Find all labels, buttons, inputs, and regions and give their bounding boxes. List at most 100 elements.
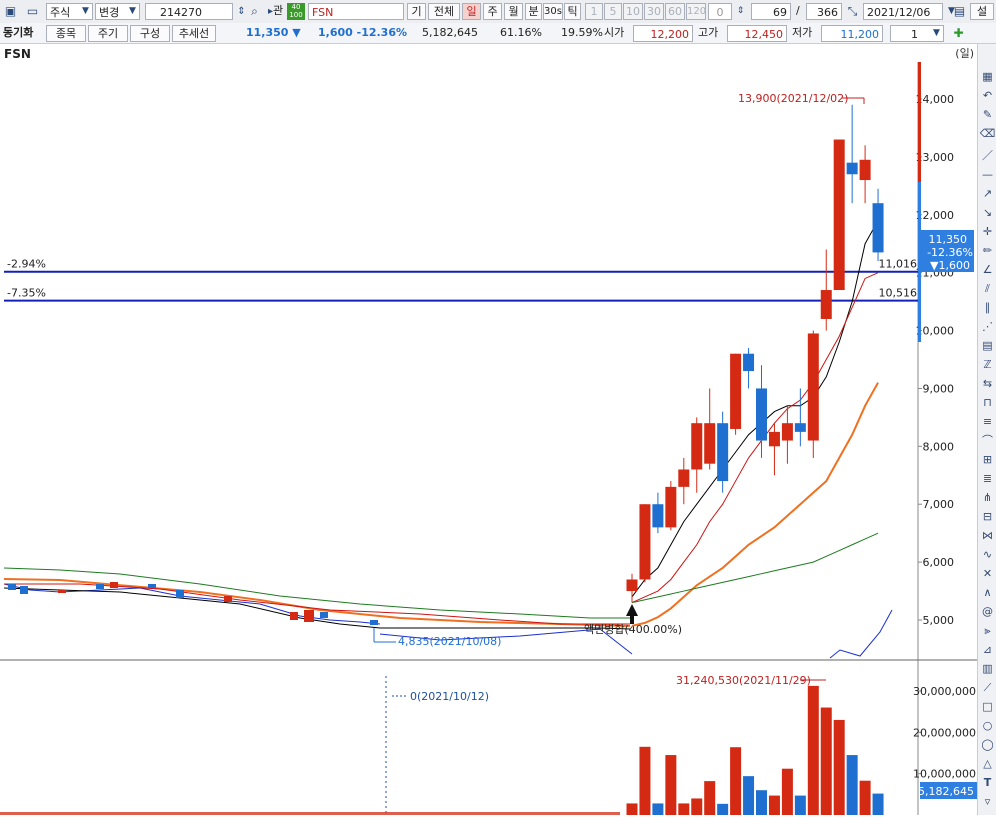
stepper-icon[interactable]: ⇕ — [732, 3, 749, 20]
pitch-tool-icon[interactable]: ⋈ — [979, 527, 996, 544]
text-tool-icon[interactable]: T — [979, 774, 996, 791]
pen-tool-icon[interactable]: ✏ — [979, 242, 996, 259]
search-icon[interactable]: ⌕ — [246, 3, 263, 20]
select-tool-icon[interactable]: ▦ — [979, 68, 996, 85]
candle-body — [743, 353, 755, 372]
count-5-button[interactable]: 5 — [604, 3, 622, 20]
delete-all-icon[interactable]: ✎ — [979, 106, 996, 123]
period-30s-button[interactable]: 30s — [543, 3, 563, 20]
add-icon[interactable]: ✚ — [950, 25, 967, 42]
volume-bar — [807, 685, 819, 815]
monitor-icon[interactable]: ▭ — [24, 3, 41, 20]
period-button[interactable]: 주기 — [88, 25, 128, 42]
range-tool-icon[interactable]: ⊓ — [979, 394, 996, 411]
line-tool-icon[interactable]: ／ — [979, 147, 996, 164]
hist-candle — [176, 590, 184, 598]
stock-name-field[interactable]: FSN — [308, 3, 404, 20]
hist-candle — [58, 590, 66, 593]
period-day-button[interactable]: 일 — [462, 3, 481, 20]
grid-tool-icon[interactable]: ⊟ — [979, 508, 996, 525]
hline2-label: -7.35% — [7, 287, 46, 300]
hline-tool-icon[interactable]: — — [979, 166, 996, 183]
period-minute-button[interactable]: 분 — [525, 3, 542, 20]
gann-tool-icon[interactable]: ⊞ — [979, 451, 996, 468]
eraser-icon[interactable]: ⌫ — [979, 125, 996, 142]
period-month-button[interactable]: 월 — [504, 3, 523, 20]
step-input[interactable]: 0 — [708, 3, 732, 20]
undo-tool-icon[interactable]: ↶ — [979, 87, 996, 104]
volume-bar — [743, 776, 755, 815]
triangle-shape-icon[interactable]: △ — [979, 755, 996, 772]
wave-tool-icon[interactable]: ∿ — [979, 546, 996, 563]
box-tool-icon[interactable]: ▤ — [979, 337, 996, 354]
range-total-input[interactable]: 366 — [806, 3, 842, 20]
speed-tool-icon[interactable]: ⫸ — [979, 622, 996, 639]
chevron-down-icon[interactable]: ▼ — [77, 3, 94, 20]
hline2-value: 10,516 — [879, 287, 918, 300]
fib-tool-icon[interactable]: ≡ — [979, 413, 996, 430]
hline1-label: -2.94% — [7, 258, 46, 271]
chevron-down-icon[interactable]: ▼ — [124, 3, 141, 20]
arrow-tool-icon[interactable]: ⇆ — [979, 375, 996, 392]
zoom-icon[interactable]: ⤡ — [844, 3, 861, 20]
count-30-button[interactable]: 30 — [644, 3, 664, 20]
range-start-input[interactable]: 69 — [751, 3, 791, 20]
level-tool-icon[interactable]: ≣ — [979, 470, 996, 487]
trend-tool-icon[interactable]: ↗ — [979, 185, 996, 202]
trendline-button[interactable]: 추세선 — [172, 25, 216, 42]
chart-tool-icon[interactable]: ▥ — [979, 660, 996, 677]
count-60-button[interactable]: 60 — [665, 3, 685, 20]
count-10-button[interactable]: 10 — [623, 3, 643, 20]
ray-tool-icon[interactable]: ↘ — [979, 204, 996, 221]
price-tick-label: 12,000 — [916, 209, 955, 222]
gann-fan-icon[interactable]: ∧ — [979, 584, 996, 601]
zigzag-tool-icon[interactable]: ℤ — [979, 356, 996, 373]
slope-tool-icon[interactable]: ⟋ — [979, 679, 996, 696]
vol-zero-label: 0(2021/10/12) — [410, 690, 489, 703]
arc-tool-icon[interactable]: ⌒ — [979, 432, 996, 449]
angle-tool-icon[interactable]: ∠ — [979, 261, 996, 278]
cycle-tool-icon[interactable]: ⋔ — [979, 489, 996, 506]
chevron-down-icon[interactable]: ▼ — [928, 25, 945, 42]
fan-tool-icon[interactable]: ⋰ — [979, 318, 996, 335]
ellipse-tool-icon[interactable]: ○ — [979, 717, 996, 734]
candle-body — [730, 353, 742, 429]
code-input[interactable]: 214270 — [145, 3, 233, 20]
cross-wave-icon[interactable]: ✕ — [979, 565, 996, 582]
period-week-button[interactable]: 주 — [483, 3, 502, 20]
volume-bar — [665, 755, 677, 815]
item-button[interactable]: 종목 — [46, 25, 86, 42]
channel-tool-icon[interactable]: ⫽ — [979, 280, 996, 297]
save-icon[interactable]: ▤ — [951, 3, 968, 20]
window-icon[interactable]: ▣ — [2, 3, 19, 20]
settings-button[interactable]: 설 — [970, 3, 994, 20]
compose-button[interactable]: 구성 — [130, 25, 170, 42]
count-1-button[interactable]: 1 — [585, 3, 603, 20]
candle-body — [756, 388, 767, 441]
high-field: 12,450 — [727, 25, 787, 42]
volume-tick-label: 30,000,000 — [913, 685, 976, 698]
parallel-tool-icon[interactable]: ∥ — [979, 299, 996, 316]
count-120-button[interactable]: 120 — [686, 3, 706, 20]
volume-bar — [846, 755, 858, 815]
triangle-tool-icon[interactable]: ⊿ — [979, 641, 996, 658]
gi-button[interactable]: 기 — [407, 3, 426, 20]
date-input[interactable]: 2021/12/06 — [863, 3, 943, 20]
volume-bar — [652, 803, 664, 815]
period-tick-button[interactable]: 틱 — [564, 3, 581, 20]
volume-box-text: 5,182,645 — [918, 785, 974, 798]
related-label[interactable]: 관 — [273, 2, 283, 20]
chart-area[interactable]: FSN (일) 5,000 6,000 7,000 8,000 9,000 10,000 1… — [0, 44, 977, 815]
spiral-tool-icon[interactable]: @ — [979, 603, 996, 620]
rectangle-tool-icon[interactable]: □ — [979, 698, 996, 715]
volume-bar — [717, 803, 729, 815]
circle-tool-icon[interactable]: ◯ — [979, 736, 996, 753]
sync-label[interactable]: 동기화 — [3, 24, 33, 42]
candle-body — [807, 333, 819, 441]
stock-chart-svg[interactable]: FSN (일) 5,000 6,000 7,000 8,000 9,000 10,000 1… — [0, 44, 977, 815]
price-tick-label: 13,000 — [916, 151, 955, 164]
cross-tool-icon[interactable]: ✛ — [979, 223, 996, 240]
all-button[interactable]: 전체 — [428, 3, 460, 20]
more-tools-icon[interactable]: ▿ — [979, 793, 996, 810]
main-toolbar: ▣ ▭ 주식 ▼ 변경 ▼ 214270 ⇕ ⌕ ▸ 관 40 100 FSN … — [0, 0, 996, 24]
